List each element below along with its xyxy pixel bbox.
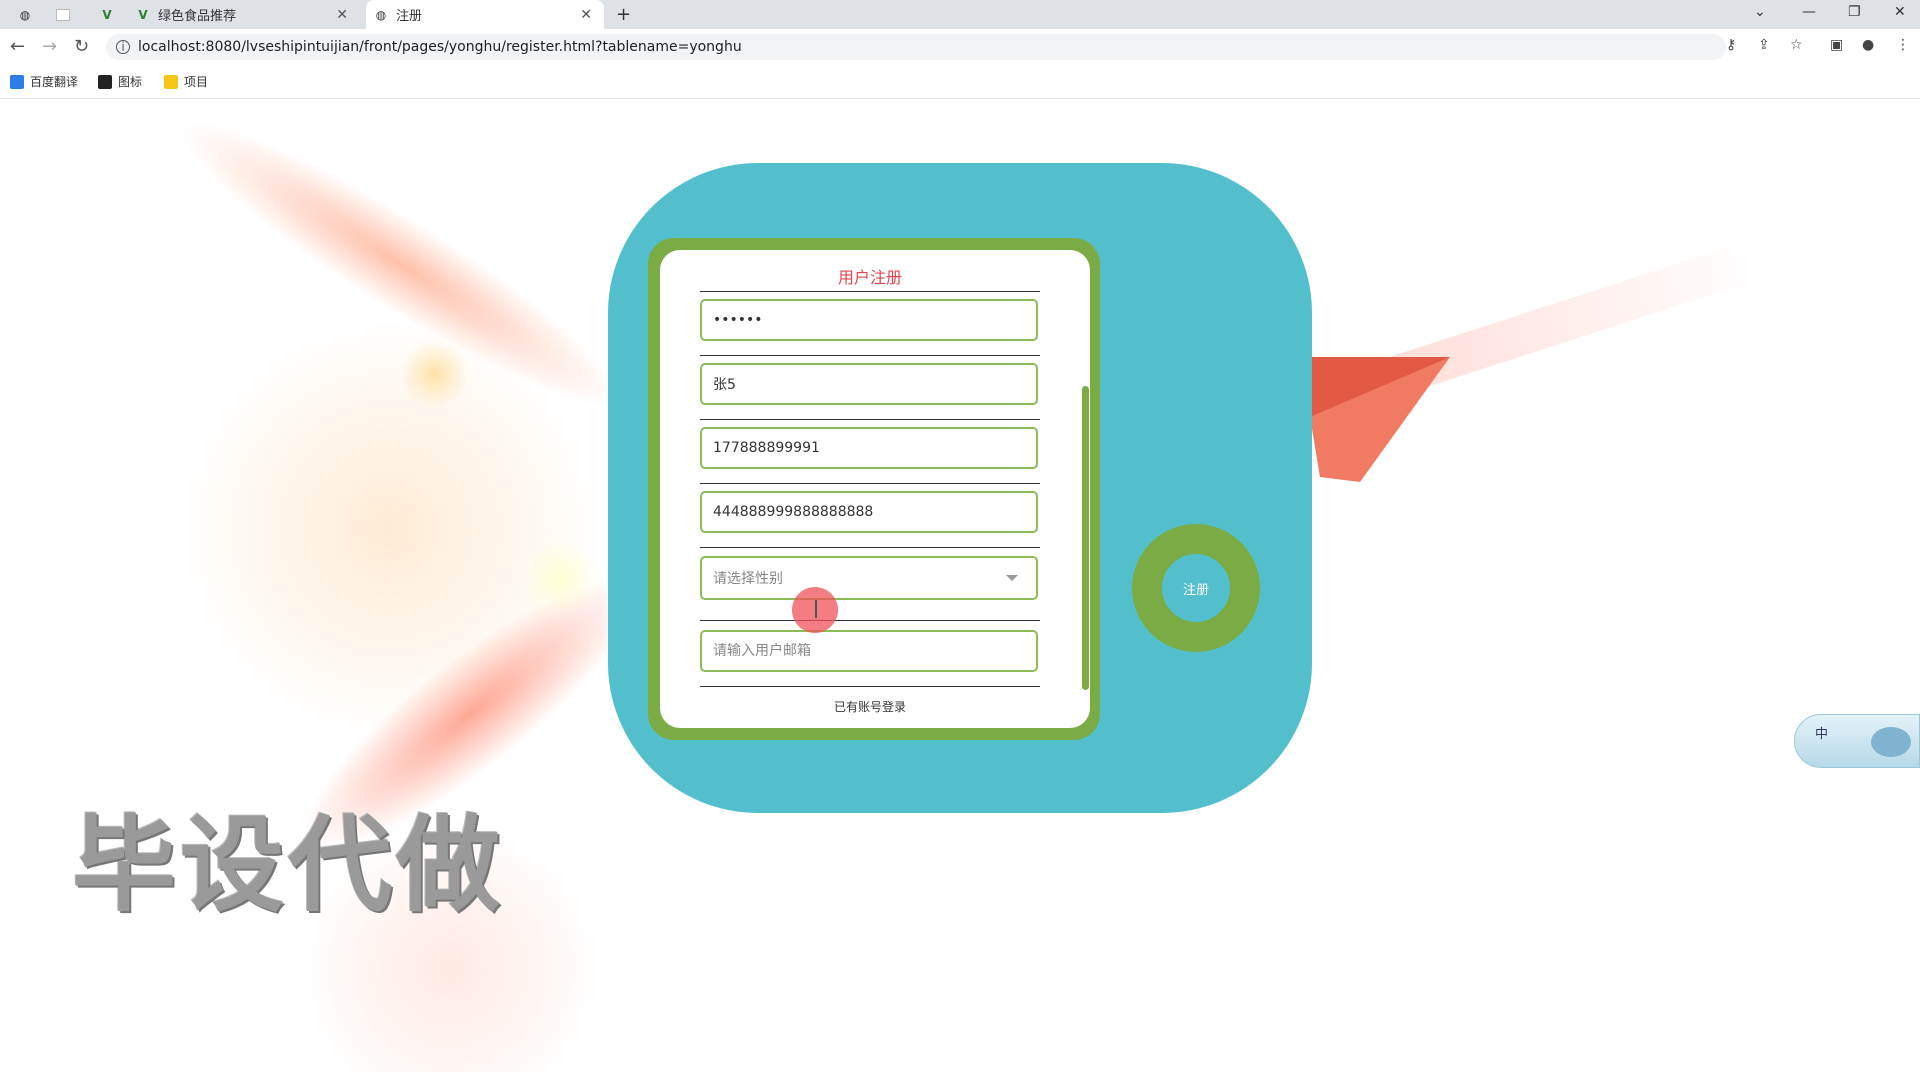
paper-plane-graphic	[1300, 357, 1450, 482]
translate-icon	[10, 74, 24, 89]
name-field[interactable]	[700, 363, 1038, 405]
email-input[interactable]	[713, 643, 1013, 659]
bookmark-project-folder[interactable]: 项目	[164, 73, 208, 90]
watermark-text: 毕设代做	[72, 804, 505, 926]
bookmark-label: 百度翻译	[30, 75, 79, 89]
gender-select[interactable]: 请选择性别	[700, 556, 1038, 600]
cloud-icon	[1871, 727, 1911, 757]
bokeh-light	[400, 339, 470, 409]
back-arrow-icon[interactable]: ←	[10, 36, 25, 57]
bokeh-light	[500, 799, 570, 869]
password-input[interactable]	[713, 312, 1013, 328]
share-icon[interactable]: ⇪	[1758, 37, 1770, 53]
register-button[interactable]: 注册	[1162, 554, 1230, 622]
globe-icon: ◍	[375, 7, 387, 22]
password-field[interactable]	[700, 299, 1038, 341]
bookmark-icons[interactable]: 图标	[98, 73, 142, 90]
id-number-field[interactable]	[700, 491, 1038, 533]
folder-icon	[164, 74, 178, 89]
phone-input[interactable]	[713, 440, 1013, 456]
bookmark-label: 项目	[184, 75, 209, 89]
close-icon[interactable]: ✕	[336, 7, 348, 23]
chevron-down-icon	[1006, 575, 1018, 581]
divider	[700, 291, 1040, 292]
globe-icon: ◍	[19, 7, 31, 22]
vue-logo-icon: V	[102, 7, 112, 22]
email-field[interactable]	[700, 630, 1038, 672]
bokeh-light	[520, 539, 600, 619]
close-window-icon[interactable]: ✕	[1894, 4, 1906, 20]
divider	[700, 483, 1040, 484]
restore-icon[interactable]: ❐	[1848, 4, 1861, 20]
text-cursor-icon	[815, 600, 817, 618]
menu-icon[interactable]: ⋮	[1896, 37, 1910, 53]
name-input[interactable]	[713, 376, 1013, 392]
tab-green-food[interactable]: V 绿色食品推荐 ✕	[128, 0, 360, 29]
close-icon[interactable]: ✕	[580, 7, 592, 23]
image-icon	[98, 74, 112, 89]
profile-icon[interactable]: ●	[1862, 37, 1874, 53]
id-number-input[interactable]	[713, 504, 1013, 520]
bookmark-baidu-translate[interactable]: 百度翻译	[10, 73, 78, 90]
forward-arrow-icon[interactable]: →	[42, 36, 57, 57]
tab-pinned-2[interactable]	[48, 0, 78, 29]
divider	[700, 620, 1040, 621]
address-toolbar: ← → ↻ i localhost:8080/lvseshipintuijian…	[0, 29, 1920, 65]
phone-field[interactable]	[700, 427, 1038, 469]
divider	[700, 686, 1040, 687]
url-text: localhost:8080/lvseshipintuijian/front/p…	[138, 39, 742, 55]
url-bar[interactable]: i localhost:8080/lvseshipintuijian/front…	[106, 34, 1726, 60]
side-panel-icon[interactable]: ▣	[1830, 37, 1843, 53]
ime-floating-widget[interactable]: 中	[1794, 714, 1920, 768]
minimize-icon[interactable]: —	[1802, 4, 1816, 20]
divider	[700, 355, 1040, 356]
tab-title: 注册	[396, 9, 423, 24]
tab-register[interactable]: ◍ 注册 ✕	[366, 0, 604, 29]
info-icon[interactable]: i	[116, 40, 130, 54]
reload-icon[interactable]: ↻	[74, 36, 89, 57]
plus-icon: +	[616, 4, 632, 25]
divider	[700, 419, 1040, 420]
bookmark-label: 图标	[118, 75, 143, 89]
tab-pinned-3[interactable]: V	[92, 0, 122, 29]
login-link[interactable]: 已有账号登录	[700, 698, 1040, 715]
blank-page-icon	[56, 8, 70, 21]
new-tab-button[interactable]: +	[616, 0, 640, 29]
tab-pinned-1[interactable]: ◍	[10, 0, 40, 29]
browser-tab-bar: ◍ V V 绿色食品推荐 ✕ ◍ 注册 ✕ + ⌄ — ❐ ✕	[0, 0, 1920, 29]
form-title: 用户注册	[837, 268, 902, 287]
vue-logo-icon: V	[138, 7, 148, 22]
key-icon[interactable]: ⚷	[1726, 37, 1736, 53]
star-icon[interactable]: ☆	[1790, 37, 1803, 53]
bookmarks-bar: 百度翻译 图标 项目	[0, 65, 1920, 99]
tab-search-icon[interactable]: ⌄	[1754, 4, 1766, 20]
gender-placeholder: 请选择性别	[713, 571, 783, 587]
ime-language-label: 中	[1815, 727, 1829, 742]
tab-title: 绿色食品推荐	[158, 9, 237, 24]
divider	[700, 547, 1040, 548]
form-scrollbar[interactable]	[1082, 386, 1089, 690]
